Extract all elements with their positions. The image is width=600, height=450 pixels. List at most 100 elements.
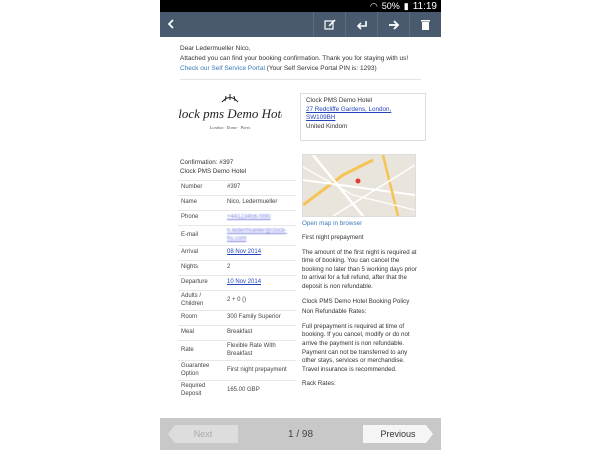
detail-value: Breakfast — [224, 325, 296, 341]
open-map-link[interactable]: Open map in browser — [302, 220, 362, 227]
page-indicator: 1 / 98 — [287, 428, 314, 440]
detail-key: Departure — [178, 275, 224, 291]
detail-key: Number — [178, 180, 224, 196]
table-row: Meal Breakfast — [178, 325, 296, 341]
self-service-portal-link[interactable]: Check our Self Service Portal — [180, 65, 265, 72]
table-row: Room 300 Family Superior — [178, 310, 296, 326]
non-refundable-text: Full prepayment is required at time of b… — [302, 322, 410, 373]
detail-value-text[interactable]: 08 Nov 2014 — [227, 249, 261, 255]
divider — [180, 79, 421, 80]
trash-icon — [421, 19, 430, 30]
portal-line: Check our Self Service Portal (Your Self… — [180, 64, 421, 74]
greeting-block: Dear Ledermueller Nico, Attached you can… — [160, 37, 441, 74]
booking-policy-title: Clock PMS Demo Hotel Booking Policy — [302, 297, 410, 305]
table-row: Phone +441234567890 — [178, 210, 296, 226]
hotel-header: Clock pms Demo Hotel London · Rome · Par… — [160, 86, 441, 144]
detail-value-text: Flexible Rate With Breakfast — [227, 343, 276, 357]
detail-key: Nights — [178, 260, 224, 276]
pager-bar: Next 1 / 98 Previous — [160, 418, 441, 450]
table-row: E-mail n.ledermueller@clock-hs.com — [178, 225, 296, 246]
hotel-logo: Clock pms Demo Hotel London · Rome · Par… — [178, 94, 282, 130]
detail-value-text: #397 — [227, 184, 241, 191]
rack-rates-title: Rack Rates: — [302, 380, 336, 388]
location-map[interactable] — [302, 154, 416, 217]
detail-value-text: 2 + 0 () — [227, 296, 247, 303]
hotel-country: United Kindom — [306, 122, 348, 130]
detail-value: Flexible Rate With Breakfast — [224, 340, 296, 361]
policy-text: The amount of the first night is require… — [302, 248, 417, 290]
intro-text: Attached you can find your booking confi… — [180, 55, 409, 62]
detail-key: Adults / Children — [178, 290, 224, 311]
delete-button[interactable] — [409, 12, 441, 37]
detail-key: Meal — [178, 325, 224, 341]
detail-key: Required Deposit — [178, 380, 224, 400]
detail-value: 165.00 GBP — [224, 380, 296, 400]
detail-key: Phone — [178, 210, 224, 226]
booking-details-table: Number #397 Name Nico, Ledermueller Phone +44… — [178, 180, 296, 400]
clock: 11:19 — [412, 0, 437, 12]
detail-value: #397 — [224, 180, 296, 196]
detail-value: 2 — [224, 260, 296, 276]
detail-value[interactable]: n.ledermueller@clock-hs.com — [224, 225, 296, 246]
table-row: Departure 10 Nov 2014 — [178, 275, 296, 291]
reply-button[interactable] — [345, 12, 377, 37]
detail-value[interactable]: 10 Nov 2014 — [224, 275, 296, 291]
detail-key: Guarantee Option — [178, 360, 224, 381]
logo-text: Clock pms Demo Hotel — [178, 106, 282, 121]
detail-value-text: First night prepayment — [227, 366, 287, 373]
portal-pin: (Your Self Service Portal PIN is: 1293) — [264, 65, 377, 72]
status-bar: ◠ 50% ▮ 11:19 — [160, 0, 441, 12]
policy-block: First night prepayment The amount of the… — [302, 234, 420, 395]
confirmation-number: Confirmation: #397 — [180, 159, 234, 166]
address-link-line2[interactable]: SW109BH — [306, 114, 420, 123]
hotel-name: Clock PMS Demo Hotel — [306, 97, 373, 104]
detail-key: Room — [178, 310, 224, 326]
detail-value: 300 Family Superior — [224, 310, 296, 326]
table-row: Guarantee Option First night prepayment — [178, 360, 296, 381]
greeting: Dear Ledermueller Nico, — [180, 45, 251, 52]
table-row: Adults / Children 2 + 0 () — [178, 290, 296, 311]
hotel-address-card: Clock PMS Demo Hotel 27 Redcliffe Garden… — [300, 93, 426, 141]
email-body[interactable]: Dear Ledermueller Nico, Attached you can… — [160, 37, 441, 418]
back-button[interactable] — [162, 16, 180, 34]
map-graphic — [303, 155, 415, 216]
detail-key: Name — [178, 195, 224, 211]
table-row: Rate Flexible Rate With Breakfast — [178, 340, 296, 361]
detail-key: Arrival — [178, 245, 224, 261]
table-row: Arrival 08 Nov 2014 — [178, 245, 296, 261]
detail-value[interactable]: +441234567890 — [224, 210, 296, 226]
confirmation-hotel: Clock PMS Demo Hotel — [180, 168, 247, 175]
detail-value-text: Breakfast — [227, 329, 253, 336]
detail-value: First night prepayment — [224, 360, 296, 381]
detail-value-text[interactable]: n.ledermueller@clock-hs.com — [227, 228, 287, 242]
battery-level: 50% — [381, 1, 400, 11]
table-row: Required Deposit 165.00 GBP — [178, 380, 296, 400]
previous-button[interactable]: Previous — [363, 425, 433, 443]
compose-icon — [323, 18, 336, 30]
detail-value: Nico, Ledermueller — [224, 195, 296, 211]
map-pin-icon — [355, 178, 361, 184]
chevron-left-icon — [167, 18, 174, 29]
next-button[interactable]: Next — [168, 425, 238, 443]
detail-value-text: 2 — [227, 264, 231, 271]
detail-value-text[interactable]: 10 Nov 2014 — [227, 279, 261, 285]
forward-button[interactable] — [377, 12, 409, 37]
detail-value: 2 + 0 () — [224, 290, 296, 311]
table-row: Number #397 — [178, 180, 296, 196]
reply-icon — [356, 20, 367, 30]
wifi-icon: ◠ — [369, 0, 378, 11]
logo-subtitle: London · Rome · Paris — [209, 125, 251, 130]
compose-button[interactable] — [313, 12, 345, 37]
table-row: Name Nico, Ledermueller — [178, 195, 296, 211]
detail-value-text: 300 Family Superior — [227, 314, 281, 321]
detail-key: E-mail — [178, 225, 224, 246]
detail-value-text[interactable]: +441234567890 — [227, 214, 271, 220]
confirmation-block: Confirmation: #397 Clock PMS Demo Hotel — [180, 158, 246, 176]
policy-heading: First night prepayment — [302, 234, 364, 241]
address-link-line1[interactable]: 27 Redcliffe Gardens, London, — [306, 106, 420, 115]
detail-value[interactable]: 08 Nov 2014 — [224, 245, 296, 261]
detail-value-text: Nico, Ledermueller — [227, 199, 278, 206]
non-refundable-title: Non Refundable Rates: — [302, 308, 367, 316]
forward-icon — [388, 19, 399, 30]
battery-icon: ▮ — [403, 0, 409, 11]
